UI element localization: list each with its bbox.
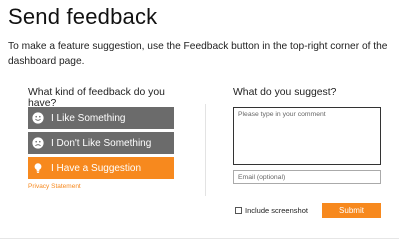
option-dislike-button[interactable]: I Don't Like Something: [28, 132, 174, 154]
option-like-button[interactable]: I Like Something: [28, 107, 174, 129]
comment-textarea[interactable]: [233, 107, 381, 165]
feedback-kind-section: What kind of feedback do you have? I Lik…: [28, 87, 178, 190]
intro-text: To make a feature suggestion, use the Fe…: [8, 41, 388, 67]
include-screenshot-checkbox[interactable]: [235, 207, 242, 214]
page-title: Send feedback: [8, 4, 158, 29]
option-suggestion-button[interactable]: I Have a Suggestion: [28, 157, 174, 179]
option-suggestion-label: I Have a Suggestion: [51, 162, 142, 174]
include-screenshot-row: Include screenshot: [235, 206, 308, 215]
privacy-statement-link[interactable]: Privacy Statement: [28, 183, 178, 190]
frown-icon: [32, 137, 44, 149]
suggestion-heading: What do you suggest?: [233, 87, 337, 98]
feedback-kind-heading: What kind of feedback do you have?: [28, 87, 165, 109]
smile-icon: [32, 112, 44, 124]
bottom-divider: [0, 238, 399, 239]
include-screenshot-label[interactable]: Include screenshot: [245, 206, 308, 215]
option-like-label: I Like Something: [51, 112, 126, 124]
option-dislike-label: I Don't Like Something: [51, 137, 152, 149]
lightbulb-icon: [32, 162, 44, 174]
submit-button[interactable]: Submit: [322, 203, 381, 218]
suggestion-section: What do you suggest?: [233, 87, 383, 184]
email-field[interactable]: [233, 170, 381, 184]
column-divider: [205, 104, 206, 196]
